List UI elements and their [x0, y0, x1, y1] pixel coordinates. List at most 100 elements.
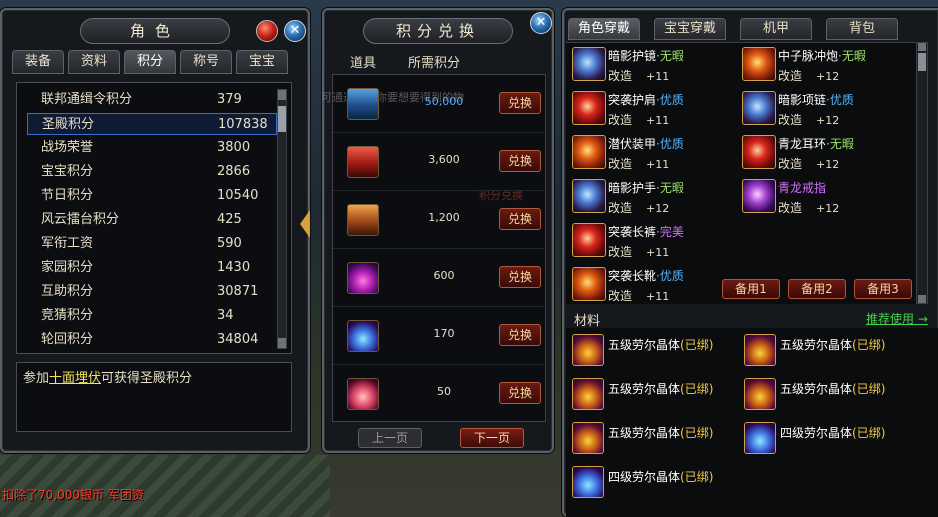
scrollbar-thumb[interactable] [918, 53, 926, 71]
necklace-icon [742, 91, 776, 125]
goggles-icon [572, 47, 606, 81]
equipment-grid: 暗影护镜·无暇 改造 +11 中子脉冲炮·无暇 改造 +12 突袭护肩·优质 改造 +… [566, 42, 918, 304]
wear-tabs: 角色穿戴 宝宝穿戴 机甲 背包 [568, 18, 898, 40]
exchange-row: 50,000 兑换 [333, 75, 547, 133]
exchange-button[interactable]: 兑换 [499, 382, 541, 404]
backup-1-button[interactable]: 备用1 [722, 279, 780, 299]
backup-2-button[interactable]: 备用2 [788, 279, 846, 299]
equipment-slot[interactable]: 青龙耳环·无暇 改造 +12 [738, 133, 908, 175]
equipment-slot[interactable]: 暗影项链·优质 改造 +12 [738, 89, 908, 131]
expand-arrow-icon[interactable] [300, 210, 310, 238]
materials-grid: 五级劳尔晶体(已绑) 五级劳尔晶体(已绑) 五级劳尔晶体(已绑) 五级劳尔晶体(… [566, 328, 938, 517]
close-icon[interactable]: ✕ [284, 20, 306, 42]
score-row[interactable]: 联邦通缉令积分 379 [27, 89, 277, 111]
exchange-button[interactable]: 兑换 [499, 92, 541, 114]
exchange-button[interactable]: 兑换 [499, 266, 541, 288]
score-row[interactable]: 宝宝积分 2866 [27, 161, 277, 183]
score-row[interactable]: 轮回积分 34804 [27, 329, 277, 351]
character-panel-title: 角色 [80, 18, 230, 44]
score-description: 参加十面埋伏可获得圣殿积分 [16, 362, 292, 432]
backup-3-button[interactable]: 备用3 [854, 279, 912, 299]
pants-icon [572, 223, 606, 257]
prev-page-button[interactable]: 上一页 [358, 428, 422, 448]
equipment-slot[interactable]: 中子脉冲炮·无暇 改造 +12 [738, 45, 908, 87]
exchange-button[interactable]: 兑换 [499, 324, 541, 346]
purple-crystal-icon[interactable] [347, 262, 379, 294]
equipment-slot[interactable]: 潜伏装甲·优质 改造 +11 [568, 133, 738, 175]
material-slot[interactable]: 四级劳尔晶体(已绑) [566, 464, 736, 504]
tab-profile[interactable]: 资料 [68, 50, 120, 74]
exchange-button[interactable]: 兑换 [499, 208, 541, 230]
exchange-button[interactable]: 兑换 [499, 150, 541, 172]
materials-label: 材料 [574, 314, 601, 329]
yellow-crystal-icon [572, 378, 604, 410]
character-panel: 角色 ✕ 装备 资料 积分 称号 宝宝 联邦通缉令积分 379 圣殿积分 10783… [0, 8, 310, 453]
tab-equipment[interactable]: 装备 [12, 50, 64, 74]
gauntlet-icon [572, 179, 606, 213]
score-list: 联邦通缉令积分 379 圣殿积分 107838 战场荣誉 3800 宝宝积分 2866 … [16, 82, 292, 354]
scroll-up-icon[interactable] [918, 43, 926, 51]
equipment-slot[interactable]: 暗影护镜·无暇 改造 +11 [568, 45, 738, 87]
yellow-crystal-icon [572, 422, 604, 454]
tab-character-wear[interactable]: 角色穿戴 [568, 18, 640, 40]
pulse-cannon-icon [742, 47, 776, 81]
next-page-button[interactable]: 下一页 [460, 428, 524, 448]
orange-chest-icon[interactable] [347, 204, 379, 236]
exchange-column-header: 道具 所需积分 [350, 56, 461, 71]
material-slot[interactable]: 五级劳尔晶体(已绑) [738, 376, 908, 416]
blue-crystal-icon [572, 466, 604, 498]
yellow-crystal-icon [572, 334, 604, 366]
yellow-crystal-icon [744, 378, 776, 410]
red-chest-icon[interactable] [347, 146, 379, 178]
earring-icon [742, 135, 776, 169]
material-slot[interactable]: 四级劳尔晶体(已绑) [738, 420, 908, 460]
scroll-down-icon[interactable] [278, 338, 286, 348]
scroll-up-icon[interactable] [278, 90, 286, 100]
character-tabs: 装备 资料 积分 称号 宝宝 [12, 50, 288, 74]
score-row[interactable]: 竞猜积分 34 [27, 305, 277, 327]
equipment-slot[interactable]: 突袭护肩·优质 改造 +11 [568, 89, 738, 131]
score-list-scrollbar[interactable] [277, 89, 287, 349]
material-slot[interactable]: 五级劳尔晶体(已绑) [566, 420, 736, 460]
recommend-link[interactable]: 推荐使用 → [866, 310, 928, 327]
tab-points[interactable]: 积分 [124, 50, 176, 74]
score-row-selected[interactable]: 圣殿积分 107838 [27, 113, 277, 135]
score-row[interactable]: 节日积分 10540 [27, 185, 277, 207]
exchange-row: 50 兑换 [333, 365, 547, 423]
blue-crystal-icon [744, 422, 776, 454]
equipment-slot[interactable]: 青龙戒指 改造 +12 [738, 177, 908, 219]
score-row[interactable]: 军衔工资 590 [27, 233, 277, 255]
body-armor-icon [572, 135, 606, 169]
tab-pets[interactable]: 宝宝 [236, 50, 288, 74]
exchange-panel-title: 积分兑换 [363, 18, 513, 44]
tab-mecha[interactable]: 机甲 [740, 18, 812, 40]
material-slot[interactable]: 五级劳尔晶体(已绑) [738, 332, 908, 372]
exchange-row: 3,600 兑换 [333, 133, 547, 191]
blue-chest-icon[interactable] [347, 88, 379, 120]
material-slot[interactable]: 五级劳尔晶体(已绑) [566, 332, 736, 372]
help-icon[interactable] [256, 20, 278, 42]
tab-backpack[interactable]: 背包 [826, 18, 898, 40]
equipment-slot[interactable]: 突袭长靴·优质 改造 +11 [568, 265, 738, 307]
shoulder-armor-icon [572, 91, 606, 125]
score-row[interactable]: 风云擂台积分 425 [27, 209, 277, 231]
scrollbar-thumb[interactable] [278, 106, 286, 132]
exchange-row: 170 兑换 [333, 307, 547, 365]
activity-link[interactable]: 十面埋伏 [49, 371, 101, 386]
pink-crystal-icon[interactable] [347, 378, 379, 410]
score-row[interactable]: 互助积分 30871 [27, 281, 277, 303]
tab-pet-wear[interactable]: 宝宝穿戴 [654, 18, 726, 40]
ring-icon [742, 179, 776, 213]
equipment-scrollbar[interactable] [916, 42, 928, 304]
equipment-slot[interactable]: 突袭长裤·完美 改造 +11 [568, 221, 738, 263]
close-icon[interactable]: ✕ [530, 12, 552, 34]
material-slot[interactable]: 五级劳尔晶体(已绑) [566, 376, 736, 416]
system-message: 扣除了70,000银币 军团资 [2, 488, 144, 502]
tab-titles[interactable]: 称号 [180, 50, 232, 74]
score-row[interactable]: 战场荣誉 3800 [27, 137, 277, 159]
exchange-list: 可通过消耗你要想要得到的物 积分兑换 50,000 兑换 3,600 兑换 1,… [321, 74, 547, 423]
score-row[interactable]: 家园积分 1430 [27, 257, 277, 279]
blue-crystal-icon[interactable] [347, 320, 379, 352]
equipment-slot[interactable]: 暗影护手·无暇 改造 +12 [568, 177, 738, 219]
scroll-down-icon[interactable] [918, 295, 926, 303]
